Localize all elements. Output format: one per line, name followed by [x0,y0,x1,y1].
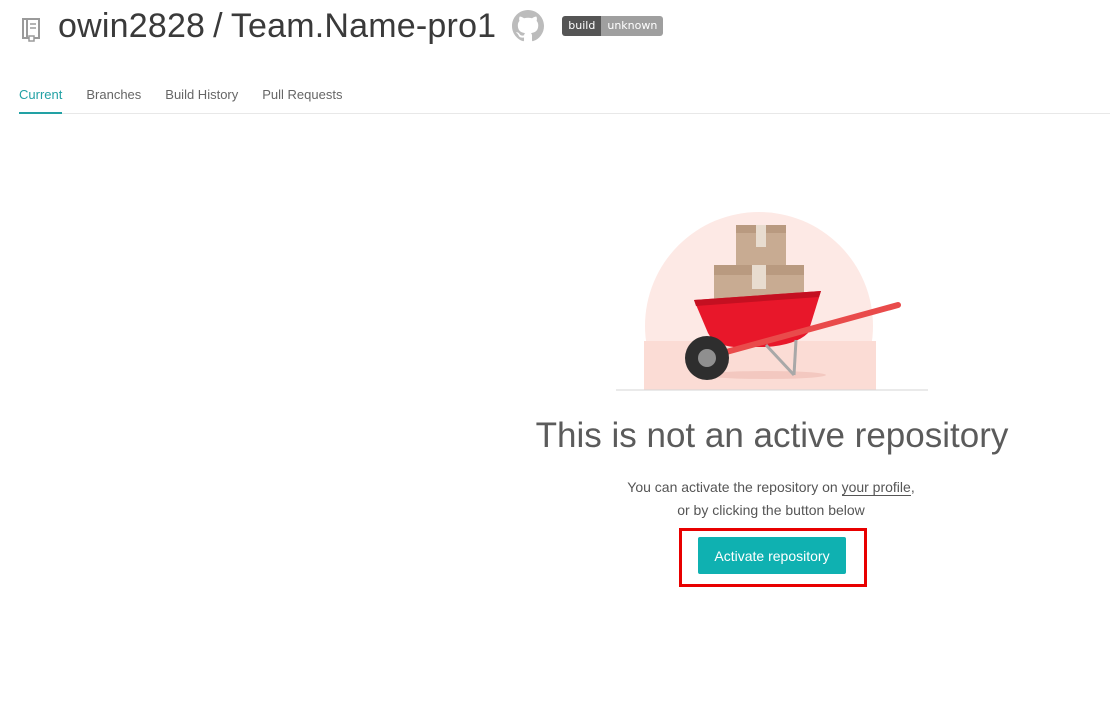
repo-owner-link[interactable]: owin2828 [58,7,205,45]
repo-title: owin2828/Team.Name-pro1 [58,7,496,46]
badge-label: build [562,16,602,36]
repo-name-link[interactable]: Team.Name-pro1 [231,7,496,45]
repo-header: owin2828/Team.Name-pro1 build unknown [19,2,664,50]
description-line-1: You can activate the repository on your … [521,476,1021,499]
empty-state-description: You can activate the repository on your … [521,476,1021,522]
repo-tabs: Current Branches Build History Pull Requ… [19,80,1110,114]
your-profile-link[interactable]: your profile [841,479,911,496]
description-line-2: or by clicking the button below [677,502,865,518]
badge-status: unknown [601,16,664,36]
tab-current[interactable]: Current [19,80,63,114]
activate-repository-button[interactable]: Activate repository [698,537,846,574]
build-status-badge[interactable]: build unknown [562,16,664,36]
repo-title-separator: / [213,6,223,45]
tab-build-history[interactable]: Build History [165,80,238,112]
tab-branches[interactable]: Branches [86,80,141,112]
wheelbarrow-boxes-illustration [616,205,928,391]
tab-pull-requests[interactable]: Pull Requests [262,80,342,112]
description-suffix: , [910,479,915,495]
repo-book-icon [19,16,45,42]
github-icon[interactable] [512,10,545,42]
description-prefix: You can activate the repository on [627,479,842,495]
page: owin2828/Team.Name-pro1 build unknown Cur… [0,0,1110,706]
empty-state-headline: This is not an active repository [535,416,1009,455]
